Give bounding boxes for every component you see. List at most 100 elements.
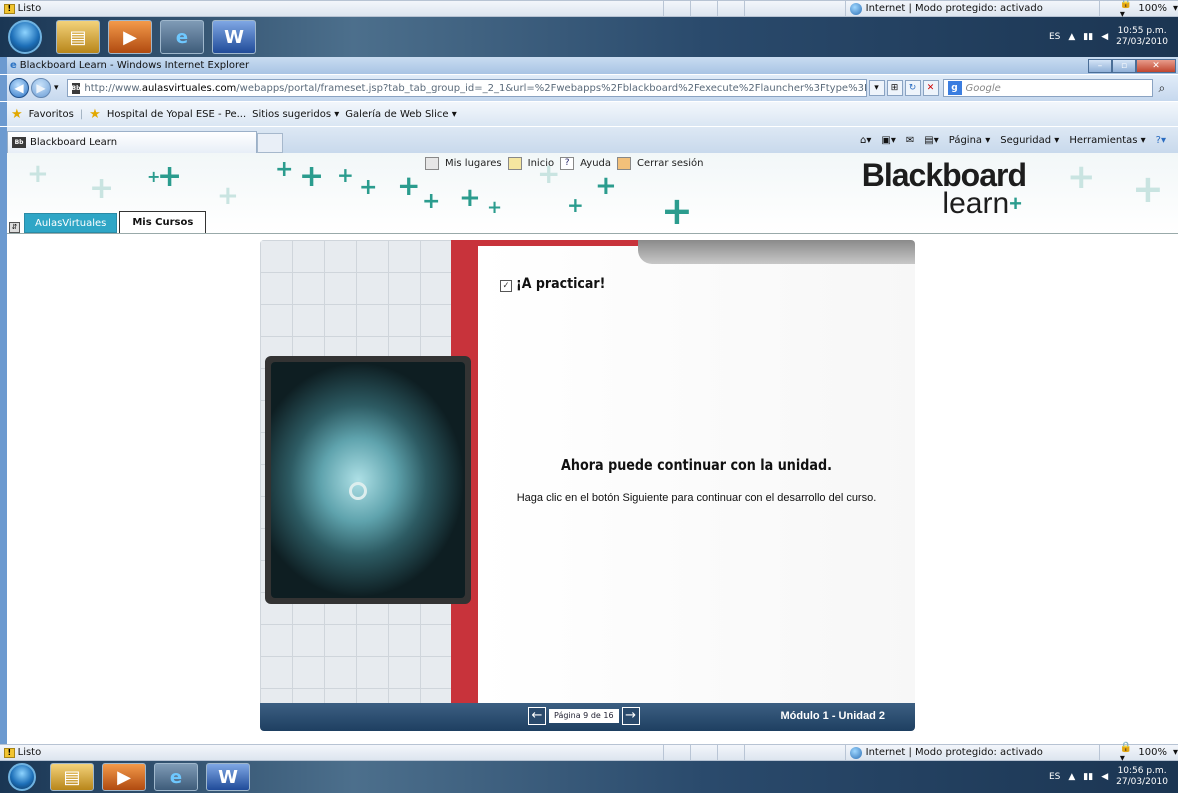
url-domain: aulasvirtuales.com <box>141 82 237 94</box>
content-body: Haga clic en el botón Siguiente para con… <box>516 492 877 504</box>
tab-aulasvirtuales[interactable]: AulasVirtuales <box>24 213 118 233</box>
close-button[interactable]: ✕ <box>1136 58 1176 73</box>
browser-tab-bar: Bb Blackboard Learn ⌂▾ ▣▾ ✉ ▤▾ Página ▾ … <box>0 127 1178 153</box>
search-input[interactable]: g Google <box>942 79 1153 97</box>
warning-icon: ! <box>4 3 15 14</box>
bottom-status-bar: ! Listo Internet | Modo protegido: activ… <box>0 742 1178 764</box>
system-tray: ES ▲ ▮▮ ◀ 10:56 p.m. 27/03/2010 <box>1049 766 1178 788</box>
tab-label: Blackboard Learn <box>30 137 118 148</box>
ayuda-icon: ? <box>560 157 575 170</box>
tab-favicon: Bb <box>12 137 26 148</box>
url-dropdown-button[interactable]: ▾ <box>868 80 885 96</box>
red-top-strip <box>478 240 638 246</box>
globe-icon <box>849 746 862 759</box>
favorites-bar: ★ Favoritos | ★ Hospital de Yopal ESE - … <box>0 102 1178 126</box>
start-button[interactable] <box>8 763 36 791</box>
next-page-button[interactable]: → <box>621 707 640 725</box>
clock-time: 10:55 p.m. <box>1117 26 1167 36</box>
module-label: Módulo 1 - Unidad 2 <box>780 710 886 722</box>
tools-menu[interactable]: Herramientas ▾ <box>1069 135 1145 146</box>
url-field[interactable]: Bb http://www. aulasvirtuales.com/webapps… <box>66 79 867 97</box>
network-icon[interactable]: ▮▮ <box>1083 772 1093 782</box>
ie-icon: e <box>10 60 17 71</box>
browser-tab[interactable]: Bb Blackboard Learn <box>7 131 257 153</box>
back-button[interactable]: ◀ <box>9 78 29 98</box>
explorer-taskbar-icon[interactable]: ▤ <box>50 763 94 791</box>
tab-mis-cursos[interactable]: Mis Cursos <box>119 211 207 233</box>
history-dropdown-icon[interactable]: ▾ <box>54 83 59 93</box>
media-player-taskbar-icon[interactable]: ▶ <box>108 20 152 54</box>
tray-arrow-icon[interactable]: ▲ <box>1068 772 1075 782</box>
security-zone: Internet | Modo protegido: activado <box>865 747 1043 758</box>
grey-top-tab <box>638 240 915 264</box>
checkbox-icon: ✓ <box>500 280 512 292</box>
language-indicator[interactable]: ES <box>1049 32 1060 42</box>
tab-lock-icon[interactable]: ⇵ <box>9 222 20 233</box>
clock[interactable]: 10:56 p.m. 27/03/2010 <box>1116 766 1168 788</box>
favorites-button[interactable]: Favoritos <box>29 109 74 120</box>
help-icon[interactable]: ?▾ <box>1156 135 1166 146</box>
search-placeholder: Google <box>965 82 1001 94</box>
favorite-link-galeria[interactable]: Galería de Web Slice ▾ <box>345 109 456 120</box>
network-icon[interactable]: ▮▮ <box>1083 32 1093 42</box>
mis-lugares-link[interactable]: Mis lugares <box>445 158 502 169</box>
security-menu[interactable]: Seguridad ▾ <box>1000 135 1059 146</box>
favorites-star-icon: ★ <box>11 106 23 122</box>
stop-button[interactable]: ✕ <box>922 80 939 96</box>
zoom-level[interactable]: 100% <box>1138 747 1167 758</box>
address-bar: ◀ ▶ ▾ Bb http://www. aulasvirtuales.com/w… <box>0 75 1178 101</box>
explorer-taskbar-icon[interactable]: ▤ <box>56 20 100 54</box>
maximize-button[interactable]: ▫ <box>1112 58 1136 73</box>
zoom-level[interactable]: 100% <box>1138 3 1167 14</box>
favorite-link-sitios[interactable]: Sitios sugeridos ▾ <box>252 109 339 120</box>
site-favicon: Bb <box>71 82 81 94</box>
ayuda-link[interactable]: Ayuda <box>580 158 611 169</box>
window-frame-left <box>0 153 7 744</box>
bb-course-tabs: ⇵ AulasVirtuales Mis Cursos <box>7 205 207 233</box>
feeds-icon[interactable]: ▣▾ <box>881 135 895 146</box>
print-icon[interactable]: ▤▾ <box>924 135 938 146</box>
ie-taskbar-icon[interactable]: e <box>160 20 204 54</box>
clock-date: 27/03/2010 <box>1116 777 1168 787</box>
system-tray: ES ▲ ▮▮ ◀ 10:55 p.m. 27/03/2010 <box>1049 26 1178 48</box>
inicio-icon <box>507 157 522 170</box>
cerrar-sesion-icon <box>617 157 632 170</box>
forward-button[interactable]: ▶ <box>31 78 51 98</box>
tray-arrow-icon[interactable]: ▲ <box>1068 32 1075 42</box>
logo-learn-text: learn <box>942 187 1010 220</box>
inicio-link[interactable]: Inicio <box>528 158 554 169</box>
home-icon[interactable]: ⌂▾ <box>860 135 871 146</box>
cerrar-sesion-link[interactable]: Cerrar sesión <box>637 158 703 169</box>
minimize-button[interactable]: – <box>1088 58 1112 73</box>
mail-icon[interactable]: ✉ <box>906 135 914 146</box>
url-prefix: http://www. <box>84 82 142 94</box>
start-button[interactable] <box>8 20 42 54</box>
xray-image <box>265 356 471 604</box>
new-tab-button[interactable] <box>257 133 283 153</box>
add-favorite-icon[interactable]: ★ <box>89 107 101 122</box>
window-title: Blackboard Learn - Windows Internet Expl… <box>19 60 250 71</box>
section-title-text: ¡A practicar! <box>516 276 606 292</box>
word-taskbar-icon[interactable]: W <box>206 763 250 791</box>
warning-icon: ! <box>4 747 15 758</box>
blackboard-learn-logo: Blackboard learn+ <box>861 157 1027 220</box>
previous-page-button[interactable]: ← <box>528 707 546 725</box>
clock-date: 27/03/2010 <box>1116 37 1168 47</box>
search-icon[interactable]: ⌕ <box>1159 81 1166 96</box>
refresh-button[interactable]: ↻ <box>904 80 921 96</box>
blackboard-header: + + + + + + + + + + + + + + + + + + + Mi… <box>7 153 1178 234</box>
course-footer: ← Página 9 de 16 → Módulo 1 - Unidad 2 <box>260 703 915 731</box>
mis-lugares-icon <box>425 157 439 170</box>
media-player-taskbar-icon[interactable]: ▶ <box>102 763 146 791</box>
page-menu[interactable]: Página ▾ <box>949 135 991 146</box>
volume-icon[interactable]: ◀ <box>1101 772 1108 782</box>
security-zone: Internet | Modo protegido: activado <box>865 3 1043 14</box>
word-taskbar-icon[interactable]: W <box>212 20 256 54</box>
compat-view-button[interactable]: ⊞ <box>886 80 903 96</box>
ie-taskbar-icon[interactable]: e <box>154 763 198 791</box>
clock[interactable]: 10:55 p.m. 27/03/2010 <box>1116 26 1168 48</box>
favorite-link-hospital[interactable]: Hospital de Yopal ESE - Pe... <box>107 109 246 120</box>
language-indicator[interactable]: ES <box>1049 772 1060 782</box>
globe-icon <box>849 2 862 15</box>
volume-icon[interactable]: ◀ <box>1101 32 1108 42</box>
